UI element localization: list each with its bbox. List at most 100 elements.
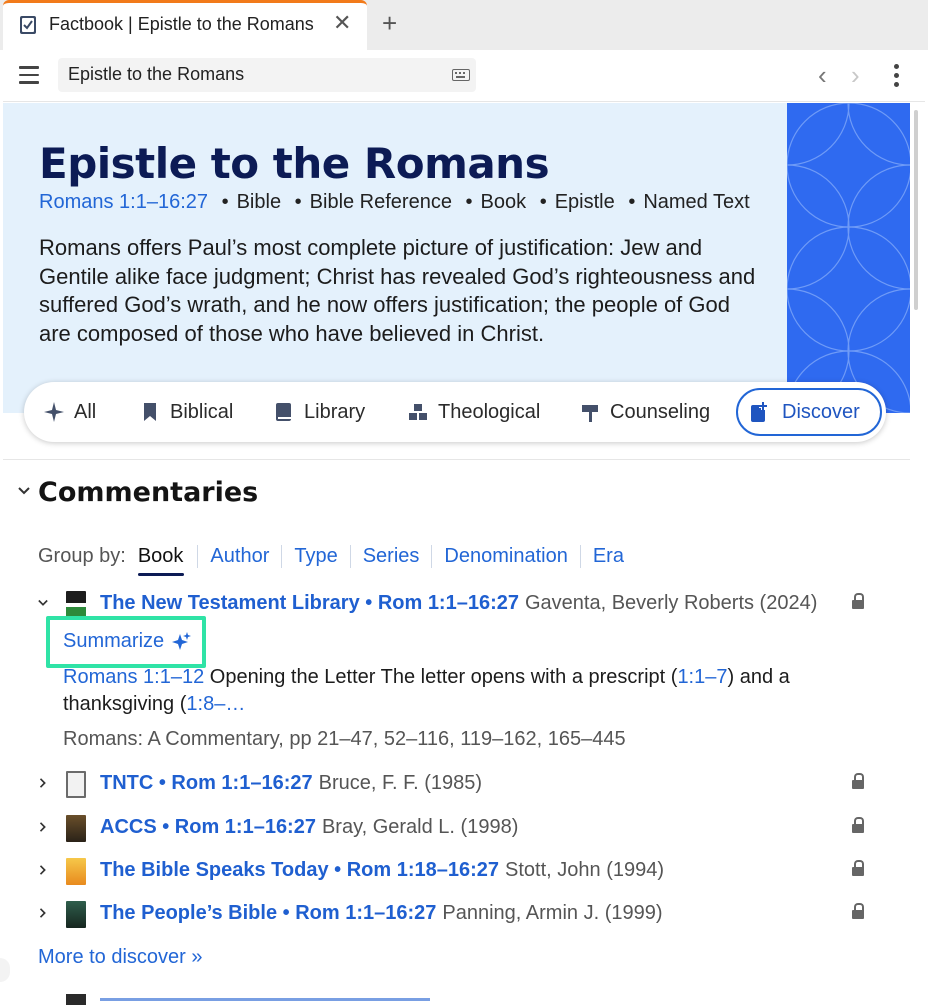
tag: Named Text (643, 191, 750, 213)
lock-icon (852, 860, 864, 878)
tag: Epistle (554, 191, 615, 213)
lock-icon (852, 773, 864, 791)
filter-theological[interactable]: Theological (408, 382, 540, 442)
commentary-title[interactable]: The Bible Speaks Today • Rom 1:18–16:27 S… (100, 859, 664, 882)
excerpt-more-link[interactable]: 1:8–… (186, 693, 245, 715)
group-by-book[interactable]: Book (137, 545, 198, 576)
commentary-title[interactable]: ACCS • Rom 1:1–16:27 Bray, Gerald L. (199… (100, 816, 518, 839)
group-by-type[interactable]: Type (281, 544, 349, 568)
search-input[interactable]: Epistle to the Romans (58, 58, 476, 92)
tag: Book (480, 191, 527, 213)
factbook-icon (20, 16, 36, 34)
group-by-label: Group by: (38, 544, 126, 567)
excerpt-source[interactable]: Romans: A Commentary, pp 21–47, 52–116, … (63, 728, 626, 751)
commentary-meta: Bray, Gerald L. (1998) (321, 816, 519, 838)
excerpt-text: Opening the Letter The letter opens with… (204, 666, 678, 688)
commentary-title[interactable]: The People’s Bible • Rom 1:1–16:27 Pannin… (100, 902, 663, 925)
commentary-excerpt: Romans 1:1–12 Opening the Letter The let… (63, 664, 823, 718)
excerpt-reference-link[interactable]: Romans 1:1–12 (63, 666, 204, 688)
summarize-button[interactable]: Summarize (46, 616, 206, 668)
chevron-down-icon[interactable] (38, 597, 48, 609)
filter-label: Biblical (170, 400, 234, 423)
lock-icon (852, 903, 864, 921)
book-cover (66, 771, 86, 798)
filter-library[interactable]: Library (274, 382, 365, 442)
filter-label: Library (304, 400, 366, 423)
scrollbar[interactable] (914, 110, 918, 310)
commentary-row[interactable]: TNTC • Rom 1:1–16:27 Bruce, F. F. (1985) (38, 771, 898, 798)
filter-label: Discover (782, 400, 860, 423)
decorative-pattern (787, 103, 910, 413)
sparkle-icon (172, 632, 191, 650)
active-tab[interactable]: Factbook | Epistle to the Romans ✕ (3, 0, 367, 50)
hero-description: Romans offers Paul’s most complete pictu… (39, 235, 756, 346)
commentary-title-text[interactable]: The People’s Bible • Rom 1:1–16:27 (100, 902, 436, 924)
divider (3, 459, 910, 460)
excerpt-reference-link[interactable]: 1:1–7 (677, 666, 727, 688)
sparkle-icon (44, 402, 64, 422)
blocks-icon (409, 404, 427, 420)
section-title: Commentaries (38, 477, 259, 508)
commentary-meta: Bruce, F. F. (1985) (318, 772, 483, 794)
page-title: Epistle to the Romans (39, 139, 550, 188)
signpost-icon (582, 405, 598, 422)
commentary-meta: Stott, John (1994) (505, 859, 664, 881)
commentary-title[interactable]: The New Testament Library • Rom 1:1–16:2… (100, 592, 817, 615)
book-cover (66, 858, 86, 885)
group-by-author[interactable]: Author (197, 544, 281, 568)
chevron-right-icon[interactable] (38, 777, 48, 789)
filter-all[interactable]: All (44, 382, 96, 442)
commentary-row[interactable]: ACCS • Rom 1:1–16:27 Bray, Gerald L. (199… (38, 815, 898, 842)
summarize-label: Summarize (63, 630, 165, 652)
truncated-title (100, 998, 430, 1001)
lock-icon (852, 593, 864, 611)
partial-commentary-row (38, 992, 898, 1005)
commentary-row[interactable]: The People’s Bible • Rom 1:1–16:27 Pannin… (38, 901, 898, 928)
group-by-denomination[interactable]: Denomination (431, 544, 579, 568)
hero-tags: Romans 1:1–16:27 • Bible • Bible Reference… (39, 191, 750, 213)
tag: Bible (236, 191, 282, 213)
side-panel-handle[interactable] (0, 958, 10, 982)
book-icon (276, 403, 291, 421)
filter-counseling[interactable]: Counseling (580, 382, 710, 442)
hero-panel: Epistle to the Romans Romans 1:1–16:27 •… (3, 103, 910, 413)
commentary-title-text[interactable]: TNTC • Rom 1:1–16:27 (100, 772, 313, 794)
filter-bar: All Biblical Library Theological Counsel… (24, 382, 886, 442)
filter-label: All (74, 400, 97, 423)
plus-icon[interactable]: + (382, 10, 397, 36)
chevron-right-icon[interactable] (38, 821, 48, 833)
search-input-value[interactable]: Epistle to the Romans (68, 64, 244, 85)
reference-link[interactable]: Romans 1:1–16:27 (39, 191, 208, 213)
book-cover (66, 815, 86, 842)
forward-chevron-icon[interactable]: › (851, 62, 860, 88)
filter-discover[interactable]: Discover (736, 388, 882, 436)
lock-icon (852, 817, 864, 835)
group-by-era[interactable]: Era (579, 544, 636, 568)
bookmark-icon (144, 403, 156, 421)
add-bookmark-icon (751, 402, 767, 422)
group-by-series[interactable]: Series (349, 544, 432, 568)
chevron-right-icon[interactable] (38, 907, 48, 919)
chevron-right-icon[interactable] (38, 864, 48, 876)
tag: Bible Reference (309, 191, 452, 213)
commentary-title-text[interactable]: The Bible Speaks Today • Rom 1:18–16:27 (100, 859, 499, 881)
more-options-icon[interactable] (893, 64, 901, 88)
commentary-title-text[interactable]: ACCS • Rom 1:1–16:27 (100, 816, 316, 838)
commentary-title-text[interactable]: The New Testament Library • Rom 1:1–16:2… (100, 592, 519, 614)
chevron-down-icon[interactable] (17, 484, 31, 498)
commentary-row[interactable]: The Bible Speaks Today • Rom 1:18–16:27 S… (38, 858, 898, 885)
back-chevron-icon[interactable]: ‹ (818, 62, 827, 88)
book-cover (66, 591, 86, 618)
commentary-title[interactable]: TNTC • Rom 1:1–16:27 Bruce, F. F. (1985) (100, 772, 482, 795)
keyboard-icon[interactable] (452, 69, 470, 81)
commentary-meta: Gaventa, Beverly Roberts (2024) (525, 592, 818, 614)
commentary-row[interactable]: The New Testament Library • Rom 1:1–16:2… (38, 591, 898, 618)
group-by-bar: Group by: Book Author Type Series Denomi… (38, 541, 636, 576)
filter-biblical[interactable]: Biblical (140, 382, 233, 442)
filter-label: Counseling (610, 400, 711, 423)
address-bar: Epistle to the Romans ‹ › (3, 50, 925, 102)
close-icon[interactable]: ✕ (333, 12, 351, 34)
hamburger-menu-icon[interactable] (19, 66, 39, 84)
more-to-discover-link[interactable]: More to discover » (38, 946, 203, 969)
filter-label: Theological (438, 400, 541, 423)
